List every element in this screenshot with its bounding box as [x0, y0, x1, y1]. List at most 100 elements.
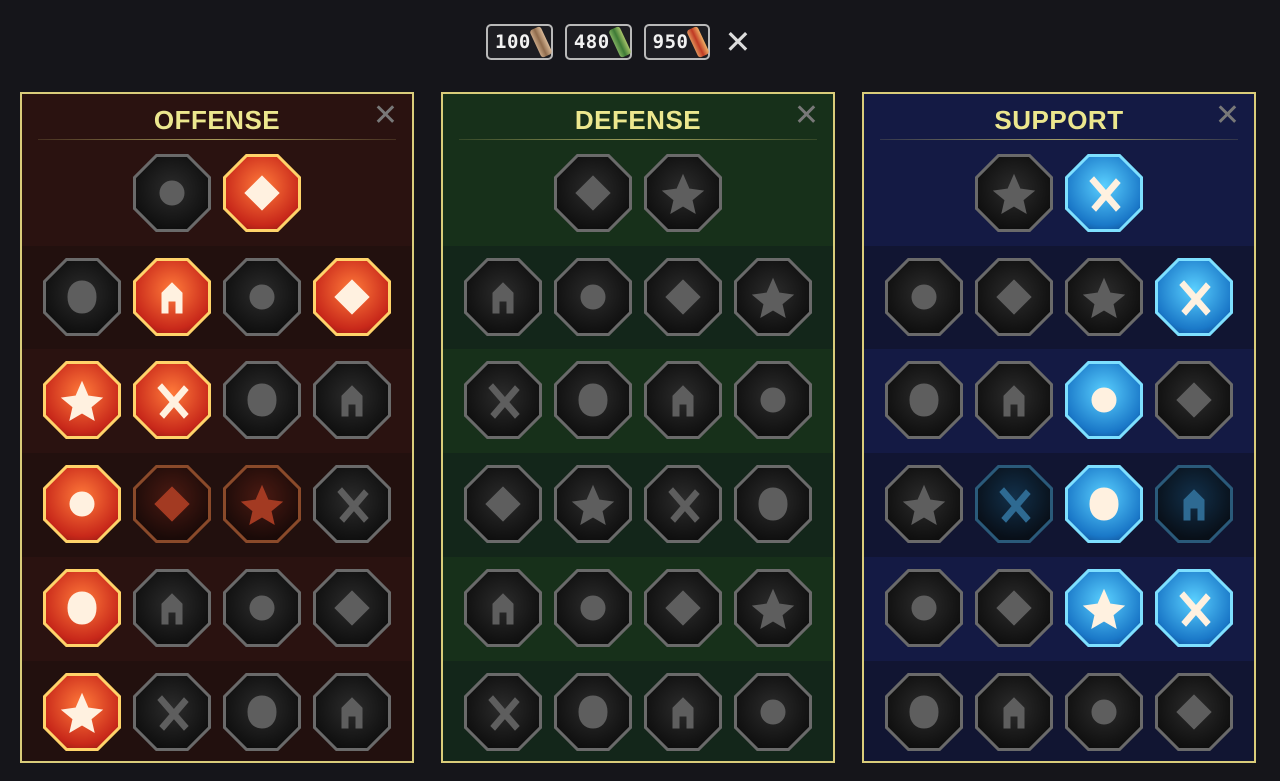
- bull-head-icon[interactable]: [734, 465, 812, 543]
- talent-row: [864, 661, 1254, 761]
- resource-count: 950: [652, 31, 689, 53]
- triple-drops-icon[interactable]: [554, 569, 632, 647]
- shadow-figures-icon[interactable]: [1155, 361, 1233, 439]
- open-book-icon[interactable]: [1065, 465, 1143, 543]
- demon-silhouette-icon[interactable]: [43, 258, 121, 336]
- caped-skull-icon[interactable]: [975, 673, 1053, 751]
- potion-flask-icon[interactable]: [885, 673, 963, 751]
- knight-helmet-icon[interactable]: [133, 673, 211, 751]
- chevron-shield-icon[interactable]: [464, 258, 542, 336]
- blessed-figure-icon[interactable]: [885, 361, 963, 439]
- heart-plus-icon[interactable]: [975, 154, 1053, 232]
- shield-strike-icon[interactable]: [223, 258, 301, 336]
- praying-hands-icon[interactable]: [885, 258, 963, 336]
- dripping-sword-icon[interactable]: [43, 465, 121, 543]
- winged-shield-icon[interactable]: [554, 673, 632, 751]
- fanged-mouth-icon[interactable]: [133, 361, 211, 439]
- armor-plates-icon[interactable]: [554, 154, 632, 232]
- glaring-eyes-icon[interactable]: [1155, 465, 1233, 543]
- deflect-strike-icon[interactable]: [734, 569, 812, 647]
- talent-row: [443, 349, 833, 453]
- close-icon[interactable]: ✕: [724, 26, 751, 58]
- shield-waves-icon[interactable]: [975, 258, 1053, 336]
- green-scroll-icon: [607, 25, 632, 59]
- bleeding-heart-icon[interactable]: [313, 258, 391, 336]
- open-hand-icon[interactable]: [644, 465, 722, 543]
- panel-title: SUPPORT: [994, 105, 1124, 135]
- radiant-skull-icon[interactable]: [644, 569, 722, 647]
- voodoo-doll-icon[interactable]: [1155, 569, 1233, 647]
- talent-row: [864, 557, 1254, 661]
- flexing-figure-icon[interactable]: [734, 673, 812, 751]
- sword-impact-icon[interactable]: [43, 569, 121, 647]
- speed-boot-icon[interactable]: [975, 569, 1053, 647]
- comet-icon[interactable]: [975, 465, 1053, 543]
- title-divider: [459, 139, 817, 140]
- talent-row: [22, 661, 412, 761]
- mirrored-figures-icon[interactable]: [464, 361, 542, 439]
- spiked-warrior-icon[interactable]: [464, 673, 542, 751]
- blocked-blade-icon[interactable]: [734, 258, 812, 336]
- speed-gauge-icon[interactable]: [1065, 154, 1143, 232]
- talent-row: [443, 661, 833, 761]
- spear-burst-icon[interactable]: [133, 258, 211, 336]
- flame-fist-icon[interactable]: [1065, 673, 1143, 751]
- talent-row: [22, 142, 412, 246]
- red-scroll-icon: [686, 25, 711, 59]
- talent-row: [22, 557, 412, 661]
- cracked-ground-icon[interactable]: [1065, 361, 1143, 439]
- close-icon[interactable]: ✕: [1215, 101, 1240, 131]
- panel-offense: OFFENSE ✕: [20, 92, 414, 763]
- sparkling-blade-icon[interactable]: [43, 673, 121, 751]
- raised-fist-icon[interactable]: [644, 154, 722, 232]
- talent-row: [22, 453, 412, 557]
- chain-lightning-icon[interactable]: [313, 465, 391, 543]
- close-icon[interactable]: ✕: [794, 101, 819, 131]
- chained-heart-icon[interactable]: [885, 465, 963, 543]
- arrow-pierced-warrior-icon[interactable]: [43, 361, 121, 439]
- shocked-figure-icon[interactable]: [313, 569, 391, 647]
- scythe-hand-icon[interactable]: [313, 361, 391, 439]
- title-divider: [880, 139, 1238, 140]
- panel-support: SUPPORT ✕: [862, 92, 1256, 763]
- panel-title: OFFENSE: [153, 105, 281, 135]
- fist-hammer-icon[interactable]: [133, 465, 211, 543]
- hourglass-icon[interactable]: [554, 465, 632, 543]
- crowd-icon[interactable]: [464, 465, 542, 543]
- resource-counter-red: 950: [643, 24, 711, 60]
- anatomical-heart-icon[interactable]: [554, 258, 632, 336]
- talent-row: [443, 453, 833, 557]
- talent-row: [443, 557, 833, 661]
- talent-row: [864, 349, 1254, 453]
- title-divider: [38, 139, 396, 140]
- talent-row: [864, 246, 1254, 350]
- panel-title: DEFENSE: [574, 105, 702, 135]
- hooded-figure-icon[interactable]: [734, 361, 812, 439]
- muscled-warrior-icon[interactable]: [644, 258, 722, 336]
- shield-bearer-icon[interactable]: [554, 361, 632, 439]
- skull-slash-icon[interactable]: [223, 361, 301, 439]
- axe-icon[interactable]: [223, 465, 301, 543]
- bearded-skull-icon[interactable]: [644, 673, 722, 751]
- eagle-head-icon[interactable]: [1155, 673, 1233, 751]
- impaled-skull-icon[interactable]: [313, 673, 391, 751]
- sword-ring-icon[interactable]: [223, 569, 301, 647]
- talent-row: [864, 453, 1254, 557]
- breaking-chain-icon[interactable]: [1155, 258, 1233, 336]
- resource-count: 100: [495, 31, 531, 53]
- giant-warrior-icon[interactable]: [223, 673, 301, 751]
- resource-counter-tan: 100: [486, 24, 553, 60]
- crossed-swords-icon[interactable]: [133, 154, 211, 232]
- flaming-dagger-icon[interactable]: [223, 154, 301, 232]
- lightning-bolt-icon[interactable]: [975, 361, 1053, 439]
- seeing-eye-icon[interactable]: [1065, 569, 1143, 647]
- compass-star-icon[interactable]: [885, 569, 963, 647]
- resource-counter-green: 480: [564, 24, 632, 60]
- panel-defense: DEFENSE ✕: [441, 92, 835, 763]
- close-icon[interactable]: ✕: [373, 101, 398, 131]
- dash-runner-icon[interactable]: [464, 569, 542, 647]
- smoking-skull-icon[interactable]: [1065, 258, 1143, 336]
- twin-skulls-icon[interactable]: [133, 569, 211, 647]
- talent-row: [864, 142, 1254, 246]
- skull-heart-icon[interactable]: [644, 361, 722, 439]
